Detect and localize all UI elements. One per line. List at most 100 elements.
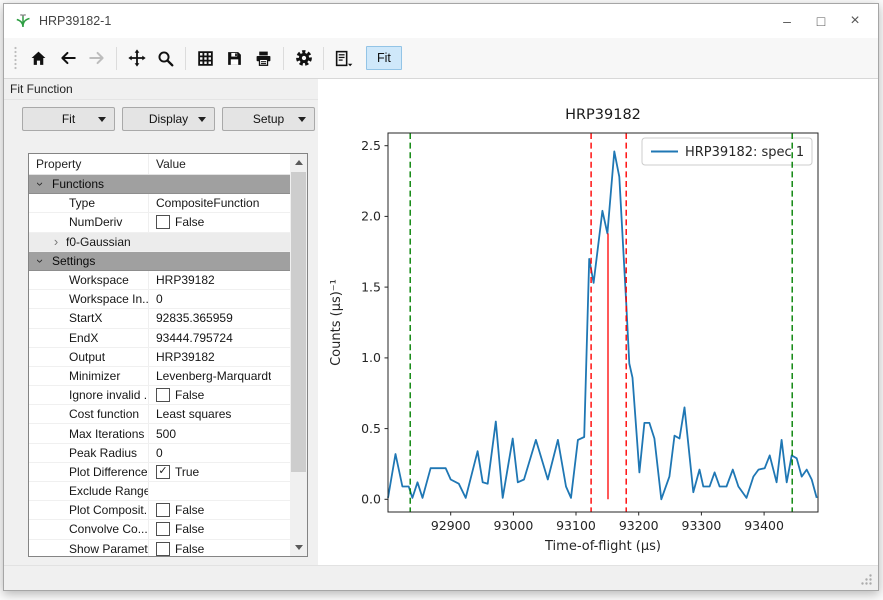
property-row-Minimizer[interactable]: MinimizerLevenberg-Marquardt — [29, 367, 290, 386]
property-value[interactable]: HRP39182 — [149, 273, 215, 287]
checkbox-unchecked[interactable] — [156, 215, 170, 229]
fit-toggle-button[interactable]: Fit — [366, 46, 402, 70]
property-row-StartX[interactable]: StartX92835.365959 — [29, 309, 290, 328]
property-row-Plot-Difference[interactable]: Plot Difference✓True — [29, 463, 290, 482]
property-value[interactable]: False — [149, 542, 204, 556]
fit-preview-figure[interactable]: HRP39182: spec 1 929009300093100932009330… — [318, 84, 877, 565]
svg-text:93300: 93300 — [682, 518, 722, 533]
checkbox-label: False — [175, 503, 204, 517]
setup-menu-button[interactable]: Setup — [222, 107, 315, 131]
maximize-button[interactable]: □ — [804, 4, 838, 38]
window-title: HRP39182-1 — [39, 14, 111, 28]
checkbox-unchecked[interactable] — [156, 542, 170, 556]
property-value[interactable]: 0 — [149, 446, 163, 460]
table-scrollbar[interactable] — [290, 154, 307, 556]
chevron-down-icon[interactable]: › — [35, 179, 45, 189]
checkbox-label: False — [175, 522, 204, 536]
property-value[interactable]: False — [149, 522, 204, 536]
save-icon[interactable] — [220, 44, 249, 73]
scroll-up-icon[interactable] — [290, 154, 307, 171]
checkbox-unchecked[interactable] — [156, 522, 170, 536]
minimize-button[interactable]: – — [770, 4, 804, 38]
home-icon[interactable] — [24, 44, 53, 73]
property-value[interactable]: Levenberg-Marquardt — [149, 369, 271, 383]
close-button[interactable]: × — [838, 4, 872, 38]
status-bar — [4, 565, 878, 590]
property-row-Convolve-Co-[interactable]: Convolve Co... False — [29, 520, 290, 539]
property-value[interactable]: Least squares — [149, 407, 231, 421]
property-value[interactable]: 0 — [149, 292, 163, 306]
zoom-icon[interactable] — [151, 44, 180, 73]
back-icon[interactable] — [53, 44, 82, 73]
svg-text:93000: 93000 — [494, 518, 534, 533]
checkbox-unchecked[interactable] — [156, 388, 170, 402]
property-name: Convolve Co... — [29, 520, 149, 538]
chevron-right-icon[interactable]: › — [51, 237, 61, 247]
property-value[interactable]: CompositeFunction — [149, 196, 259, 210]
scrollbar-thumb[interactable] — [291, 172, 306, 472]
resize-grip-icon[interactable] — [860, 573, 873, 586]
svg-text:0.0: 0.0 — [361, 492, 381, 507]
grid-icon[interactable] — [191, 44, 220, 73]
print-icon[interactable] — [249, 44, 278, 73]
property-row-Type[interactable]: TypeCompositeFunction — [29, 194, 290, 213]
property-row-Show-Paramet-[interactable]: Show Paramet...False — [29, 540, 290, 557]
property-value[interactable]: 93444.795724 — [149, 331, 233, 345]
property-value[interactable]: ✓True — [149, 465, 199, 479]
toolbar-separator — [185, 47, 186, 70]
generate-script-icon[interactable] — [329, 44, 358, 73]
svg-text:1.5: 1.5 — [361, 279, 381, 294]
property-value[interactable]: 92835.365959 — [149, 311, 233, 325]
property-row-Peak-Radius[interactable]: Peak Radius0 — [29, 444, 290, 463]
section-row-Functions[interactable]: ›Functions — [29, 175, 290, 194]
plot-area[interactable]: HRP39182: spec 1 929009300093100932009330… — [318, 79, 878, 567]
property-row-Cost-function[interactable]: Cost functionLeast squares — [29, 405, 290, 424]
property-name: Workspace — [29, 271, 149, 289]
property-row-Max-Iterations[interactable]: Max Iterations500 — [29, 424, 290, 443]
toolbar-drag-handle[interactable] — [13, 45, 18, 71]
svg-text:1.0: 1.0 — [361, 350, 381, 365]
title-bar[interactable]: HRP39182-1 – □ × — [4, 4, 878, 39]
scroll-down-icon[interactable] — [290, 539, 307, 556]
y-axis-label: Counts (µs)⁻¹ — [329, 279, 344, 366]
property-row-Plot-Composit-[interactable]: Plot Composit...False — [29, 501, 290, 520]
toolbar-separator — [323, 47, 324, 70]
fit-menu-button[interactable]: Fit — [22, 107, 115, 131]
plot-toolbar: Fit — [4, 38, 878, 79]
plot-legend[interactable]: HRP39182: spec 1 — [642, 138, 812, 165]
property-name: Ignore invalid ... — [29, 386, 149, 404]
svg-text:2.0: 2.0 — [361, 209, 381, 224]
property-name: Minimizer — [29, 367, 149, 385]
property-table: Property Value ›FunctionsTypeCompositeFu… — [28, 153, 308, 557]
pan-icon[interactable] — [122, 44, 151, 73]
property-value[interactable]: False — [149, 215, 204, 229]
chevron-down-icon[interactable]: › — [35, 256, 45, 266]
display-menu-button[interactable]: Display — [122, 107, 215, 131]
checkbox-unchecked[interactable] — [156, 503, 170, 517]
settings-icon[interactable] — [289, 44, 318, 73]
property-value[interactable]: False — [149, 503, 204, 517]
property-row-EndX[interactable]: EndX93444.795724 — [29, 329, 290, 348]
fit-preview-plot[interactable]: HRP39182: spec 1 929009300093100932009330… — [318, 84, 877, 565]
header-value: Value — [149, 157, 186, 171]
property-row-Workspace[interactable]: WorkspaceHRP39182 — [29, 271, 290, 290]
function-row-f0-Gaussian[interactable]: ›f0-Gaussian — [29, 233, 290, 252]
section-row-Settings[interactable]: ›Settings — [29, 252, 290, 271]
property-name: Cost function — [29, 405, 149, 423]
fit-function-panel: Fit Display Setup Property Value ›Functi… — [4, 100, 318, 567]
property-name: Workspace In... — [29, 290, 149, 308]
property-value[interactable]: HRP39182 — [149, 350, 215, 364]
checkbox-label: False — [175, 542, 204, 556]
checkbox-checked[interactable]: ✓ — [156, 465, 170, 479]
property-row-Exclude-Range[interactable]: Exclude Range — [29, 482, 290, 501]
property-table-header: Property Value — [29, 154, 290, 175]
property-row-NumDeriv[interactable]: NumDerivFalse — [29, 213, 290, 232]
dropdown-caret-icon — [298, 117, 306, 122]
property-value[interactable]: 500 — [149, 427, 176, 441]
property-row-Ignore-invalid-[interactable]: Ignore invalid ...False — [29, 386, 290, 405]
dropdown-caret-icon — [98, 117, 106, 122]
property-value[interactable]: False — [149, 388, 204, 402]
property-row-Output[interactable]: OutputHRP39182 — [29, 348, 290, 367]
property-row-Workspace-In-[interactable]: Workspace In...0 — [29, 290, 290, 309]
x-axis: 929009300093100932009330093400 — [431, 512, 784, 533]
